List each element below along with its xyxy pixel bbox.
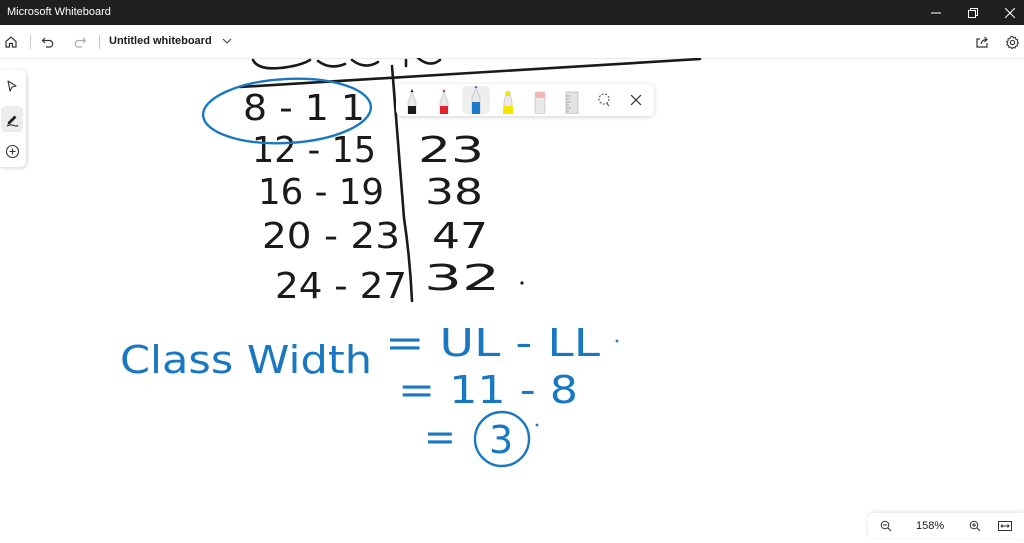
- ruler-icon: [565, 91, 579, 114]
- ink-layer: 8 - 1 1 12 - 15 16 - 19 20 - 23 24 - 27 …: [120, 56, 702, 468]
- minimize-button[interactable]: [918, 0, 954, 25]
- close-icon: [630, 94, 642, 106]
- pen-black-tool[interactable]: [398, 86, 426, 114]
- class-row-4: 20 - 23: [262, 216, 400, 257]
- close-window-button[interactable]: [992, 0, 1024, 25]
- share-button[interactable]: [969, 29, 995, 55]
- title-bar: Microsoft Whiteboard: [0, 0, 1024, 25]
- home-icon: [5, 36, 17, 48]
- separator: [99, 35, 100, 49]
- eraser-tool[interactable]: [526, 86, 554, 114]
- highlighter-tool[interactable]: [494, 86, 522, 114]
- ink-toolbar: [396, 84, 654, 116]
- pen-red-tool[interactable]: [430, 86, 458, 114]
- table-header-line: [238, 57, 702, 89]
- fit-to-screen-icon: [998, 521, 1012, 531]
- freq-row-4: 47: [432, 216, 488, 257]
- undo-icon: [41, 37, 54, 48]
- freq-row-5: 32: [424, 258, 500, 299]
- pen-blue-tool[interactable]: [462, 86, 490, 114]
- zoom-in-icon: [969, 520, 981, 532]
- restore-icon: [968, 7, 978, 18]
- class-row-2: 12 - 15: [252, 130, 376, 171]
- ink-dot: [520, 281, 524, 285]
- ink-header-stroke: [316, 59, 347, 68]
- separator: [30, 35, 31, 49]
- settings-button[interactable]: [999, 29, 1024, 55]
- zoom-level[interactable]: 158%: [916, 520, 944, 532]
- ink-dot: [615, 339, 619, 343]
- chevron-down-icon[interactable]: [222, 36, 232, 46]
- restore-button[interactable]: [955, 0, 991, 25]
- ink-dot: [535, 423, 539, 427]
- close-icon: [1005, 7, 1015, 18]
- pen-icon: [439, 89, 449, 114]
- class-row-1: 8 - 1 1: [243, 88, 365, 129]
- ruler-tool[interactable]: [558, 86, 586, 114]
- freq-row-2: 23: [418, 130, 484, 171]
- class-row-5: 24 - 27: [275, 266, 407, 307]
- app-bar: Untitled whiteboard: [0, 25, 1024, 59]
- share-icon: [976, 36, 988, 48]
- lasso-tool[interactable]: [590, 86, 618, 114]
- highlighter-icon: [503, 91, 513, 114]
- eraser-icon: [534, 91, 546, 114]
- fit-to-screen-button[interactable]: [995, 516, 1015, 536]
- answer-value: 3: [489, 418, 513, 462]
- zoom-out-button[interactable]: [876, 516, 896, 536]
- pen-icon: [471, 86, 481, 114]
- zoom-out-icon: [880, 520, 892, 532]
- zoom-controls: 158%: [868, 513, 1024, 538]
- ink-header-stroke: [251, 58, 312, 70]
- zoom-in-button[interactable]: [965, 516, 985, 536]
- lasso-icon: [598, 93, 610, 107]
- undo-button[interactable]: [35, 29, 61, 55]
- pen-icon: [407, 89, 417, 114]
- redo-icon: [74, 37, 87, 48]
- gear-icon: [1005, 35, 1019, 49]
- document-title[interactable]: Untitled whiteboard: [109, 35, 212, 47]
- formula-line-1: = UL - LL: [385, 321, 600, 365]
- formula-line-3-eq: =: [424, 415, 456, 459]
- freq-row-3: 38: [425, 172, 483, 213]
- class-row-3: 16 - 19: [258, 172, 384, 213]
- whiteboard-canvas[interactable]: 8 - 1 1 12 - 15 16 - 19 20 - 23 24 - 27 …: [0, 56, 1024, 538]
- minimize-icon: [931, 12, 941, 13]
- ink-header-stroke: [416, 56, 442, 65]
- close-ink-toolbar-button[interactable]: [622, 86, 650, 114]
- class-width-label: Class Width: [120, 338, 372, 382]
- home-button[interactable]: [0, 29, 24, 55]
- redo-button[interactable]: [67, 29, 93, 55]
- formula-line-2: = 11 - 8: [398, 368, 578, 412]
- app-title: Microsoft Whiteboard: [7, 6, 111, 18]
- ink-header-stroke: [350, 58, 380, 67]
